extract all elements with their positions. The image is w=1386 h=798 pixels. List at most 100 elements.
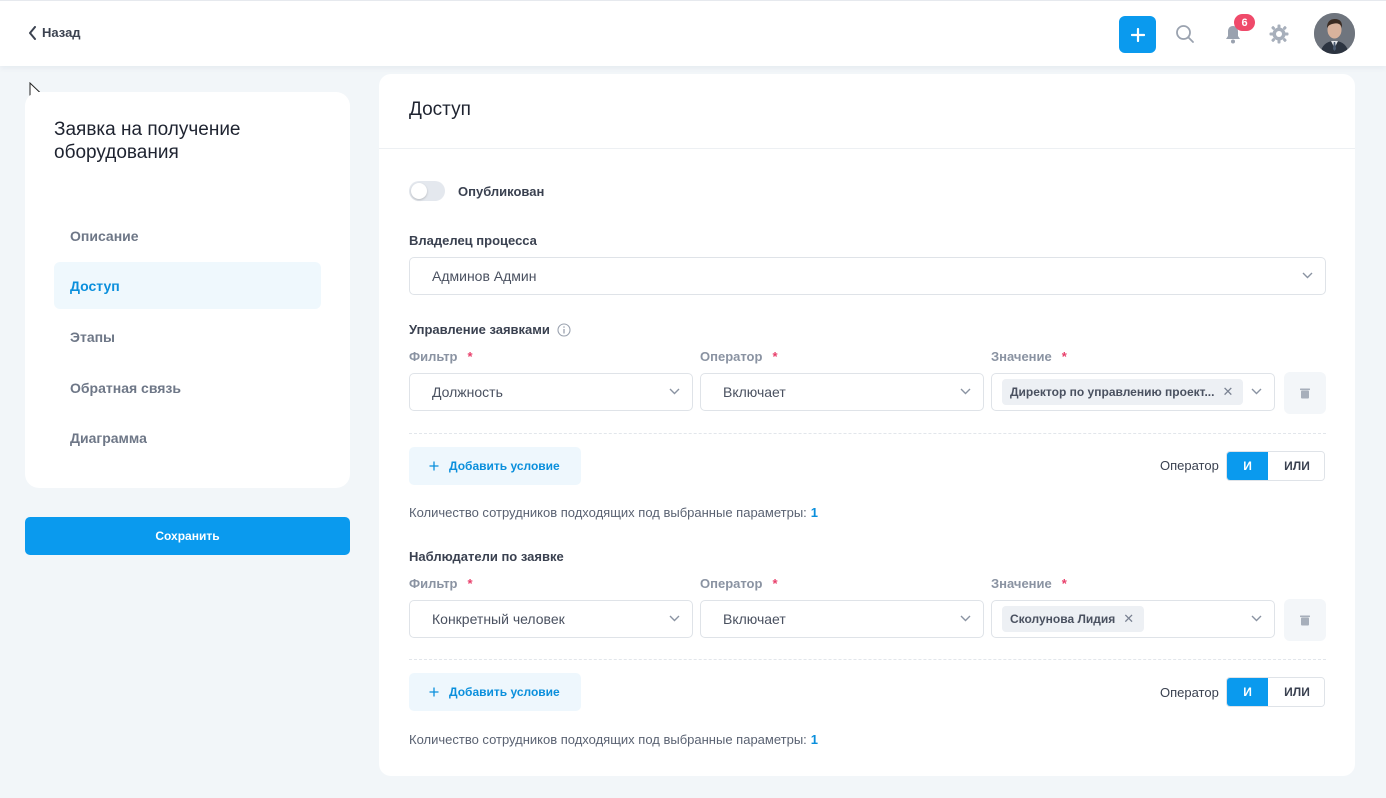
- search-icon: [1176, 25, 1194, 43]
- plus-icon: [429, 687, 439, 697]
- top-header: Назад 6: [0, 0, 1386, 66]
- management-label-row: Управление заявками: [409, 322, 571, 337]
- observers-label: Наблюдатели по заявке: [409, 549, 564, 564]
- settings-button[interactable]: [1268, 23, 1290, 45]
- operator-value: Включает: [723, 384, 786, 400]
- value-select[interactable]: Директор по управлению проект... ✕: [991, 373, 1275, 411]
- plus-icon: [1130, 27, 1145, 42]
- operator-label: Оператор *: [700, 576, 778, 591]
- sidebar-item-label: Описание: [70, 227, 139, 244]
- observer-value-select[interactable]: Сколунова Лидия ✕: [991, 600, 1275, 638]
- sidebar-item-stages[interactable]: Этапы: [54, 313, 321, 360]
- filter-label: Фильтр *: [409, 349, 473, 364]
- title-divider: [379, 148, 1355, 149]
- observer-operator-select[interactable]: Включает: [700, 600, 984, 638]
- chevron-down-icon: [1251, 388, 1262, 395]
- trash-icon: [1300, 615, 1310, 625]
- chevron-down-icon: [1251, 615, 1262, 622]
- delete-condition-button[interactable]: [1284, 599, 1326, 641]
- value-tag-text: Сколунова Лидия: [1010, 612, 1116, 626]
- filter-select[interactable]: Должность: [409, 373, 693, 411]
- employee-count-value: 1: [810, 732, 819, 747]
- employee-count-text: Количество сотрудников подходящих под вы…: [409, 732, 807, 747]
- required-mark: *: [1061, 576, 1067, 591]
- required-mark: *: [467, 349, 473, 364]
- sidebar-item-description[interactable]: Описание: [54, 212, 321, 259]
- section-divider: [409, 659, 1326, 660]
- value-tag-text: Директор по управлению проект...: [1010, 385, 1215, 399]
- chevron-down-icon: [669, 388, 680, 395]
- logic-and-button[interactable]: И: [1227, 678, 1268, 706]
- add-condition-label: Добавить условие: [449, 459, 560, 473]
- back-label: Назад: [42, 25, 81, 40]
- close-icon[interactable]: ✕: [1222, 384, 1233, 400]
- plus-icon: [429, 461, 439, 471]
- employee-count-value: 1: [810, 505, 819, 520]
- required-mark: *: [772, 576, 778, 591]
- add-condition-label: Добавить условие: [449, 685, 560, 699]
- access-card: Доступ Опубликован Владелец процесса Адм…: [379, 74, 1355, 776]
- avatar-image: [1314, 13, 1355, 54]
- value-label-text: Значение: [991, 576, 1052, 591]
- sidebar-item-diagram[interactable]: Диаграмма: [54, 414, 321, 461]
- value-label-text: Значение: [991, 349, 1052, 364]
- logic-operator-switch: И ИЛИ: [1226, 677, 1325, 707]
- page-title: Доступ: [409, 99, 471, 120]
- search-button[interactable]: [1174, 23, 1196, 45]
- notifications-badge: 6: [1234, 14, 1255, 31]
- chevron-left-icon: [29, 25, 36, 40]
- logic-or-button[interactable]: ИЛИ: [1268, 452, 1324, 480]
- filter-value: Конкретный человек: [432, 611, 565, 627]
- operator-label: Оператор *: [700, 349, 778, 364]
- operator-value: Включает: [723, 611, 786, 627]
- value-label: Значение *: [991, 349, 1067, 364]
- operator-label-text: Оператор: [700, 349, 763, 364]
- published-toggle[interactable]: [409, 181, 445, 201]
- owner-select[interactable]: Админов Админ: [409, 257, 1326, 295]
- value-tag: Сколунова Лидия ✕: [1002, 606, 1145, 632]
- employee-count-text: Количество сотрудников подходящих под вы…: [409, 505, 807, 520]
- published-label: Опубликован: [458, 184, 545, 199]
- delete-condition-button[interactable]: [1284, 372, 1326, 414]
- required-mark: *: [772, 349, 778, 364]
- add-condition-button[interactable]: Добавить условие: [409, 447, 581, 485]
- filter-label-text: Фильтр: [409, 576, 458, 591]
- operator-select[interactable]: Включает: [700, 373, 984, 411]
- logic-or-button[interactable]: ИЛИ: [1268, 678, 1324, 706]
- toggle-knob: [411, 183, 427, 199]
- logic-and-button[interactable]: И: [1227, 452, 1268, 480]
- trash-icon: [1300, 388, 1310, 398]
- sidebar-item-access[interactable]: Доступ: [54, 262, 321, 309]
- gear-icon: [1269, 24, 1289, 44]
- employee-count: Количество сотрудников подходящих под вы…: [409, 732, 818, 747]
- value-tag: Директор по управлению проект... ✕: [1002, 379, 1244, 405]
- process-title: Заявка на получение оборудования: [54, 119, 241, 163]
- sidebar-item-label: Обратная связь: [70, 379, 181, 396]
- add-button[interactable]: [1119, 16, 1156, 53]
- save-button[interactable]: Сохранить: [25, 517, 350, 555]
- close-icon[interactable]: ✕: [1123, 611, 1134, 627]
- value-label: Значение *: [991, 576, 1067, 591]
- logic-operator-label: Оператор: [1160, 458, 1219, 473]
- info-icon[interactable]: [557, 322, 571, 337]
- sidebar-item-label: Доступ: [70, 277, 120, 294]
- add-condition-button[interactable]: Добавить условие: [409, 673, 581, 711]
- filter-label: Фильтр *: [409, 576, 473, 591]
- logic-operator-label: Оператор: [1160, 685, 1219, 700]
- management-label: Управление заявками: [409, 322, 550, 337]
- back-button[interactable]: Назад: [28, 25, 81, 40]
- owner-label: Владелец процесса: [409, 233, 537, 248]
- observer-filter-select[interactable]: Конкретный человек: [409, 600, 693, 638]
- required-mark: *: [467, 576, 473, 591]
- chevron-down-icon: [1302, 272, 1313, 279]
- chevron-down-icon: [960, 388, 971, 395]
- filter-label-text: Фильтр: [409, 349, 458, 364]
- sidebar-item-feedback[interactable]: Обратная связь: [54, 364, 321, 411]
- logic-operator-switch: И ИЛИ: [1226, 451, 1325, 481]
- sidebar-panel: Заявка на получение оборудования Описани…: [25, 92, 350, 488]
- chevron-down-icon: [669, 615, 680, 622]
- chevron-down-icon: [960, 615, 971, 622]
- filter-value: Должность: [432, 384, 503, 400]
- user-avatar[interactable]: [1314, 13, 1355, 54]
- owner-value: Админов Админ: [432, 268, 537, 284]
